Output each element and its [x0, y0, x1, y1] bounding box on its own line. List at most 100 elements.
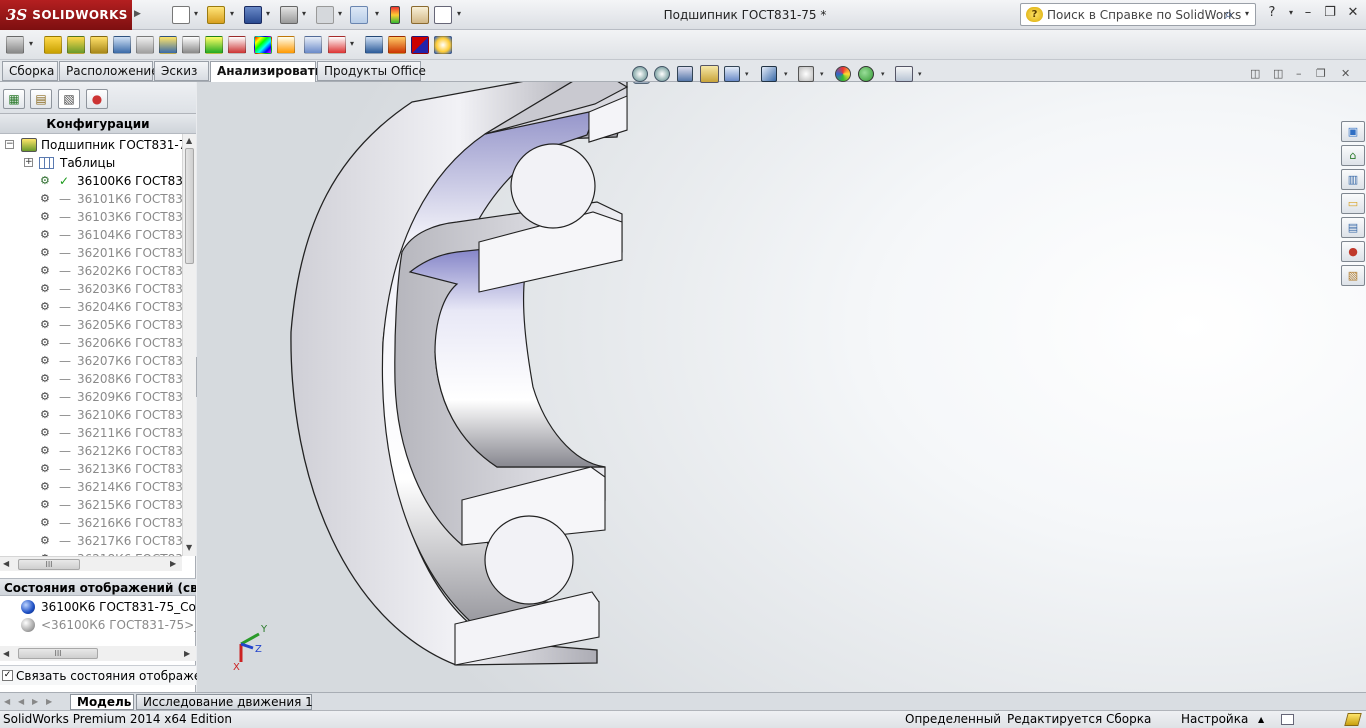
apply-scene-icon[interactable] — [858, 66, 874, 82]
help-question-icon[interactable]: ? — [1262, 4, 1282, 22]
configuration-item[interactable]: ⚙ — 36217К6 ГОСТ831-7 — [0, 532, 182, 550]
zoom-to-area-icon[interactable] — [654, 66, 670, 82]
close-button[interactable]: ✕ — [1343, 4, 1363, 22]
viewport-close-button[interactable]: ✕ — [1341, 67, 1350, 80]
component-pattern-icon[interactable] — [90, 36, 108, 54]
configuration-item[interactable]: ⚙ — 36207К6 ГОСТ831-7 — [0, 352, 182, 370]
tab-sketch[interactable]: Эскиз — [154, 61, 209, 81]
configuration-item[interactable]: ⚙ ✓ 36100К6 ГОСТ831-7 — [0, 172, 182, 190]
viewport-restore-button[interactable]: ❐ — [1316, 67, 1326, 80]
display-manager-icon[interactable]: ● — [86, 89, 108, 109]
interference-detection-icon[interactable] — [205, 36, 223, 54]
help-search-input[interactable]: ? Поиск в Справке по SolidWorks ⌕ ▾ — [1020, 3, 1256, 26]
tab-analyze[interactable]: Анализировать — [210, 61, 322, 83]
view-palette-icon[interactable]: ▤ — [1341, 217, 1365, 238]
orientation-dropdown-icon[interactable]: ▾ — [784, 70, 788, 78]
tab-scroll-last-icon[interactable]: ▶ — [46, 697, 52, 706]
tab-scroll-next-icon[interactable]: ▶ — [32, 697, 38, 706]
vertical-scroll-thumb[interactable] — [185, 148, 194, 264]
configuration-item[interactable]: ⚙ — 36202К6 ГОСТ831-7 — [0, 262, 182, 280]
scroll-right-icon[interactable]: ▶ — [184, 649, 190, 658]
configuration-item[interactable]: ⚙ — 36211К6 ГОСТ831-7 — [0, 424, 182, 442]
sensor-icon[interactable] — [182, 36, 200, 54]
units-dropdown-icon[interactable]: ▲ — [1258, 711, 1264, 728]
clearance-verification-icon[interactable] — [228, 36, 246, 54]
configuration-item[interactable]: ⚙ — 36205К6 ГОСТ831-7 — [0, 316, 182, 334]
display-state-row[interactable]: 36100К6 ГОСТ831-75_Состоя — [0, 598, 196, 616]
configuration-item[interactable]: ⚙ — 36204К6 ГОСТ831-7 — [0, 298, 182, 316]
tab-scroll-prev-icon[interactable]: ◀ — [18, 697, 24, 706]
design-library-icon[interactable]: ▥ — [1341, 169, 1365, 190]
viewport-minimize-button[interactable]: – — [1296, 67, 1302, 80]
section-properties-icon[interactable] — [159, 36, 177, 54]
curvature-icon[interactable] — [277, 36, 295, 54]
link-display-states-option[interactable]: ✓ Связать состояния отображения — [0, 665, 224, 685]
configuration-item[interactable]: ⚙ — 36214К6 ГОСТ831-7 — [0, 478, 182, 496]
graphics-area[interactable]: X Y Z — [197, 82, 1366, 692]
configuration-item[interactable]: ⚙ — 36209К6 ГОСТ831-7 — [0, 388, 182, 406]
quick-tips-icon[interactable] — [1344, 713, 1362, 726]
feature-tree-icon[interactable]: ▦ — [3, 89, 25, 109]
insert-component-icon[interactable] — [44, 36, 62, 54]
configuration-item[interactable]: ⚙ — 36208К6 ГОСТ831-7 — [0, 370, 182, 388]
tab-assembly[interactable]: Сборка — [2, 61, 58, 81]
check-icon[interactable] — [328, 36, 346, 54]
configuration-item[interactable]: ⚙ — 36210К6 ГОСТ831-7 — [0, 406, 182, 424]
performance-evaluation-icon[interactable] — [388, 36, 406, 54]
link-display-states-checkbox[interactable]: ✓ — [2, 670, 13, 681]
configuration-manager-icon[interactable]: ▧ — [58, 89, 80, 109]
file-explorer-icon[interactable]: ▭ — [1341, 193, 1365, 214]
scene-dropdown-icon[interactable]: ▾ — [881, 70, 885, 78]
smart-fasteners-icon[interactable] — [6, 36, 24, 54]
collapse-icon[interactable]: − — [5, 140, 14, 149]
status-units-settings[interactable]: Настройка — [1181, 711, 1248, 728]
configuration-item[interactable]: ⚙ — 36216К6 ГОСТ831-7 — [0, 514, 182, 532]
display-style-icon[interactable] — [798, 66, 814, 82]
scroll-right-icon[interactable]: ▶ — [170, 559, 176, 568]
hole-alignment-icon[interactable] — [304, 36, 322, 54]
mate-icon[interactable] — [67, 36, 85, 54]
mass-properties-icon[interactable] — [136, 36, 154, 54]
view-settings-icon[interactable] — [895, 66, 913, 82]
assembly-visualization-icon[interactable] — [365, 36, 383, 54]
zoom-to-fit-icon[interactable] — [632, 66, 648, 82]
viewport-tile-icon[interactable]: ◫ — [1273, 67, 1283, 80]
view-orientation-icon[interactable] — [761, 66, 777, 82]
tab-motion-study[interactable]: Исследование движения 1 — [136, 694, 313, 710]
configuration-item[interactable]: ⚙ — 36206К6 ГОСТ831-7 — [0, 334, 182, 352]
property-manager-icon[interactable]: ▤ — [30, 89, 52, 109]
tree-tables[interactable]: + Таблицы — [0, 154, 182, 172]
search-dropdown-icon[interactable]: ▾ — [1245, 9, 1249, 18]
view-dropdown-icon[interactable]: ▾ — [745, 70, 749, 78]
expand-icon[interactable]: + — [24, 158, 33, 167]
custom-properties-icon[interactable]: ▧ — [1341, 265, 1365, 286]
configuration-item[interactable]: ⚙ — 36215К6 ГОСТ831-7 — [0, 496, 182, 514]
scroll-left-icon[interactable]: ◀ — [3, 649, 9, 658]
tab-office-products[interactable]: Продукты Office — [317, 61, 426, 81]
status-window-icon[interactable] — [1281, 714, 1294, 725]
scroll-left-icon[interactable]: ◀ — [3, 559, 9, 568]
scroll-up-icon[interactable]: ▲ — [186, 136, 192, 145]
section-view-icon[interactable] — [700, 65, 719, 83]
simulation-xpress-icon[interactable] — [434, 36, 452, 54]
configuration-item[interactable]: ⚙ — 36101К6 ГОСТ831-7 — [0, 190, 182, 208]
zebra-stripes-icon[interactable] — [254, 36, 272, 54]
previous-view-icon[interactable] — [677, 66, 693, 82]
tree-horizontal-scrollbar[interactable]: ◀ III ▶ — [0, 556, 182, 571]
horizontal-scroll-thumb[interactable]: III — [18, 648, 98, 659]
restore-button[interactable]: ❐ — [1320, 4, 1340, 22]
configuration-item[interactable]: ⚙ — 36201К6 ГОСТ831-7 — [0, 244, 182, 262]
horizontal-scroll-thumb[interactable]: III — [18, 559, 80, 570]
scroll-down-icon[interactable]: ▼ — [186, 543, 192, 552]
bearing-model[interactable]: X Y Z — [197, 82, 1366, 692]
dynamic-annotation-icon[interactable] — [724, 66, 740, 82]
appearance-toggle-icon[interactable] — [411, 36, 429, 54]
fasteners-dropdown-icon[interactable]: ▾ — [29, 39, 33, 48]
tree-root[interactable]: − Подшипник ГОСТ831-75 — [0, 136, 182, 154]
appearances-icon[interactable]: ● — [1341, 241, 1365, 262]
configuration-item[interactable]: ⚙ — 36213К6 ГОСТ831-7 — [0, 460, 182, 478]
display-dropdown-icon[interactable]: ▾ — [820, 70, 824, 78]
tab-layout[interactable]: Расположение — [59, 61, 159, 81]
configuration-item[interactable]: ⚙ — 36103К6 ГОСТ831-7 — [0, 208, 182, 226]
search-icon[interactable]: ⌕ — [1225, 5, 1233, 23]
